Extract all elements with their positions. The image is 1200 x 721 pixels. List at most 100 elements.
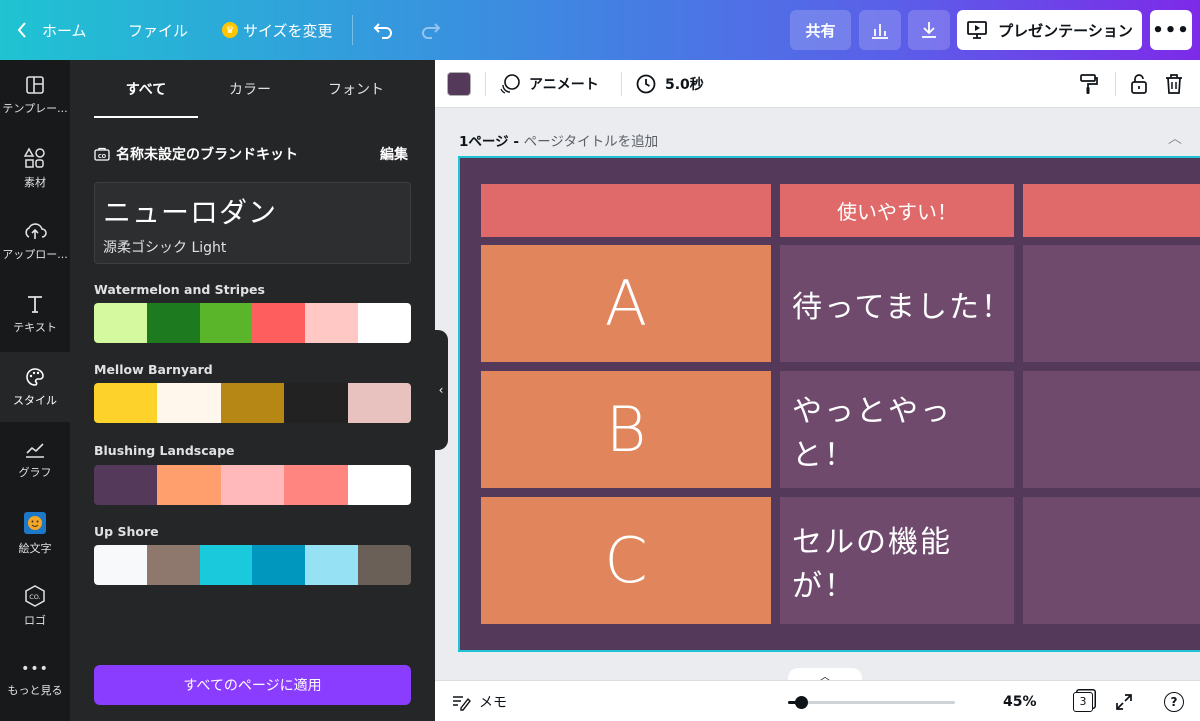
zoom-slider-knob[interactable] [795, 696, 809, 709]
copy-style-button[interactable] [1079, 60, 1099, 108]
table-header-cell[interactable]: 使いやすい！ [780, 184, 1014, 237]
row-value-text: セルの機能が！ [792, 524, 952, 604]
table-row-key-cell[interactable]: B [481, 371, 771, 488]
palette-swatches[interactable] [94, 383, 411, 423]
font-set-card[interactable]: ニューロダン 源柔ゴシック Light [94, 182, 411, 264]
tab-all[interactable]: すべて [94, 60, 198, 118]
present-button[interactable]: プレゼンテーション [957, 10, 1142, 50]
color-swatch[interactable] [252, 545, 306, 585]
rail-item-more[interactable]: ••• もっと見る [0, 644, 70, 714]
crown-icon: ♛ [222, 22, 238, 38]
redo-button[interactable] [420, 0, 442, 60]
file-menu-button[interactable]: ファイル [128, 0, 188, 60]
home-button[interactable]: ホーム [16, 0, 87, 60]
download-button[interactable] [908, 10, 950, 50]
animate-label: アニメート [529, 77, 599, 93]
rail-item-logos[interactable]: CO. ロゴ [0, 571, 70, 641]
color-swatch[interactable] [305, 545, 359, 585]
insights-button[interactable] [859, 10, 901, 50]
collapse-page-caret-icon[interactable]: ︿ [1168, 128, 1182, 148]
animate-button[interactable]: アニメート [499, 60, 599, 108]
palette-swatches[interactable] [94, 303, 411, 343]
help-button[interactable]: ? [1164, 681, 1184, 721]
color-swatch[interactable] [284, 465, 348, 505]
tab-fonts[interactable]: フォント [302, 60, 410, 118]
brand-kit-name: 名称未設定のブランドキット [116, 147, 298, 163]
zoom-level-label: 45% [1003, 693, 1037, 710]
table-cell[interactable] [1023, 497, 1200, 624]
table-cell[interactable] [1023, 371, 1200, 488]
collapse-panel-handle[interactable]: ‹ [434, 330, 448, 450]
undo-button[interactable] [372, 0, 394, 60]
color-swatch[interactable] [284, 383, 348, 423]
tab-colors[interactable]: カラー [198, 60, 302, 118]
side-rail: テンプレー... 素材 アップロー... テキスト スタイル グラフ 絵文字 C… [0, 60, 70, 721]
editor-toolbar: アニメート 5.0秒 [435, 60, 1200, 108]
rail-item-styles[interactable]: スタイル [0, 352, 70, 422]
color-swatch[interactable] [94, 303, 147, 343]
zoom-level-button[interactable]: 45% [1003, 681, 1037, 721]
page-count-button[interactable]: 3 [1073, 681, 1093, 721]
background-color-button[interactable] [447, 72, 471, 96]
bar-chart-icon [872, 24, 888, 39]
share-button[interactable]: 共有 [790, 10, 851, 50]
table-cell[interactable]: 待ってました！ [780, 245, 1014, 362]
slide-canvas[interactable]: 使いやすい！ A 待ってました！ B やっとやっと！ C セルの機能が！ [458, 156, 1200, 652]
table-cell[interactable]: セルの機能が！ [780, 497, 1014, 624]
palette-swatches[interactable] [94, 465, 411, 505]
rail-item-elements[interactable]: 素材 [0, 133, 70, 203]
color-swatch[interactable] [146, 545, 200, 585]
resize-button[interactable]: ♛ サイズを変更 [222, 0, 333, 60]
more-options-button[interactable]: ••• [1150, 10, 1192, 50]
rail-label: もっと見る [7, 683, 63, 697]
brand-kit-icon: CO [94, 147, 110, 161]
table-row-key-cell[interactable]: C [481, 497, 771, 624]
color-swatch[interactable] [358, 545, 411, 585]
palette-swatches[interactable] [94, 545, 411, 585]
duration-button[interactable]: 5.0秒 [635, 60, 704, 108]
rail-label: スタイル [13, 393, 57, 407]
color-swatch[interactable] [146, 303, 200, 343]
rail-item-text[interactable]: テキスト [0, 279, 70, 349]
color-swatch[interactable] [358, 303, 411, 343]
table-row-key-cell[interactable]: A [481, 245, 771, 362]
brand-kit-edit-link[interactable]: 編集 [380, 144, 408, 164]
more-icon: ••• [21, 660, 49, 677]
lock-button[interactable] [1129, 60, 1149, 108]
table-cell[interactable]: やっとやっと！ [780, 371, 1014, 488]
table-cell[interactable] [1023, 245, 1200, 362]
rail-item-templates[interactable]: テンプレー... [0, 60, 70, 130]
color-swatch[interactable] [157, 383, 221, 423]
color-swatch[interactable] [347, 465, 411, 505]
color-swatch[interactable] [94, 465, 158, 505]
fullscreen-button[interactable] [1115, 681, 1133, 721]
unlock-icon [1131, 74, 1147, 94]
table-header-cell[interactable] [1023, 184, 1200, 237]
trash-icon [1166, 74, 1182, 94]
color-swatch[interactable] [252, 303, 306, 343]
rail-item-charts[interactable]: グラフ [0, 425, 70, 495]
notes-button[interactable]: メモ [451, 681, 507, 721]
zoom-slider[interactable] [788, 696, 955, 709]
notes-icon [453, 695, 471, 711]
color-swatch[interactable] [199, 545, 253, 585]
color-swatch[interactable] [305, 303, 359, 343]
rail-item-uploads[interactable]: アップロー... [0, 206, 70, 276]
pages-icon: 3 [1073, 691, 1093, 712]
color-swatch[interactable] [157, 465, 221, 505]
color-swatch[interactable] [220, 383, 285, 423]
color-swatch[interactable] [220, 465, 285, 505]
ellipsis-icon: ••• [1152, 19, 1190, 41]
table-header-cell[interactable] [481, 184, 771, 237]
clock-icon [636, 74, 656, 94]
apply-all-pages-button[interactable]: すべてのページに適用 [94, 665, 411, 705]
delete-button[interactable] [1164, 60, 1184, 108]
chart-icon [26, 442, 44, 458]
color-swatch[interactable] [347, 383, 411, 423]
color-swatch[interactable] [94, 383, 158, 423]
color-swatch[interactable] [199, 303, 253, 343]
rail-item-emoji[interactable]: 絵文字 [0, 498, 70, 568]
color-swatch[interactable] [94, 545, 147, 585]
page-title-bar[interactable]: 1ページ - ページタイトルを追加 [459, 130, 658, 150]
divider [1115, 72, 1116, 96]
